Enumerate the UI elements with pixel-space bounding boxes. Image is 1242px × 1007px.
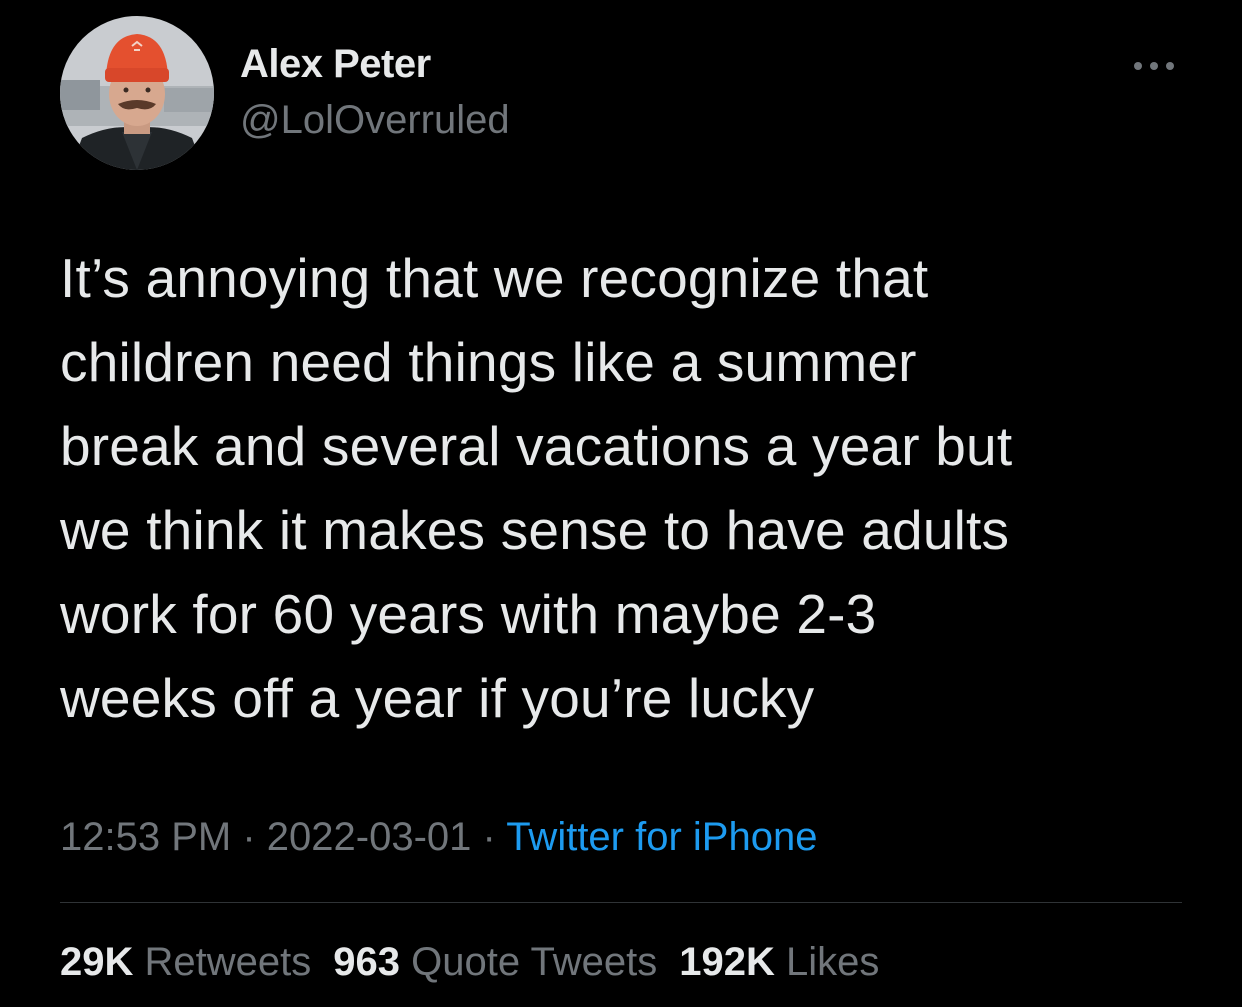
tweet-source-link[interactable]: Twitter for iPhone bbox=[506, 815, 817, 859]
meta-separator: · bbox=[231, 815, 267, 859]
likes-stat[interactable]: 192K Likes bbox=[679, 940, 879, 985]
more-horizontal-icon bbox=[1134, 62, 1174, 70]
tweet-detail: Alex Peter @LolOverruled It’s annoying t… bbox=[0, 0, 1242, 1007]
likes-label: Likes bbox=[785, 940, 880, 984]
retweets-count: 29K bbox=[60, 940, 134, 984]
retweets-label: Retweets bbox=[144, 940, 312, 984]
tweet-metadata: 12:53 PM · 2022-03-01 · Twitter for iPho… bbox=[60, 815, 817, 860]
author-name[interactable]: Alex Peter bbox=[240, 42, 431, 87]
engagement-stats: 29K Retweets 963 Quote Tweets 192K Likes bbox=[60, 940, 901, 985]
likes-count: 192K bbox=[679, 940, 775, 984]
tweet-text: It’s annoying that we recognize that chi… bbox=[60, 247, 1013, 729]
retweets-stat[interactable]: 29K Retweets bbox=[60, 940, 311, 985]
tweet-date[interactable]: 2022-03-01 bbox=[267, 815, 472, 859]
more-options-button[interactable] bbox=[1128, 52, 1180, 80]
quote-tweets-label: Quote Tweets bbox=[411, 940, 658, 984]
tweet-time[interactable]: 12:53 PM bbox=[60, 815, 231, 859]
meta-separator: · bbox=[471, 815, 507, 859]
quote-tweets-stat[interactable]: 963 Quote Tweets bbox=[333, 940, 657, 985]
author-handle[interactable]: @LolOverruled bbox=[240, 98, 510, 143]
avatar[interactable] bbox=[60, 16, 214, 170]
avatar-photo bbox=[60, 16, 214, 170]
divider bbox=[60, 902, 1182, 903]
quote-tweets-count: 963 bbox=[333, 940, 401, 984]
